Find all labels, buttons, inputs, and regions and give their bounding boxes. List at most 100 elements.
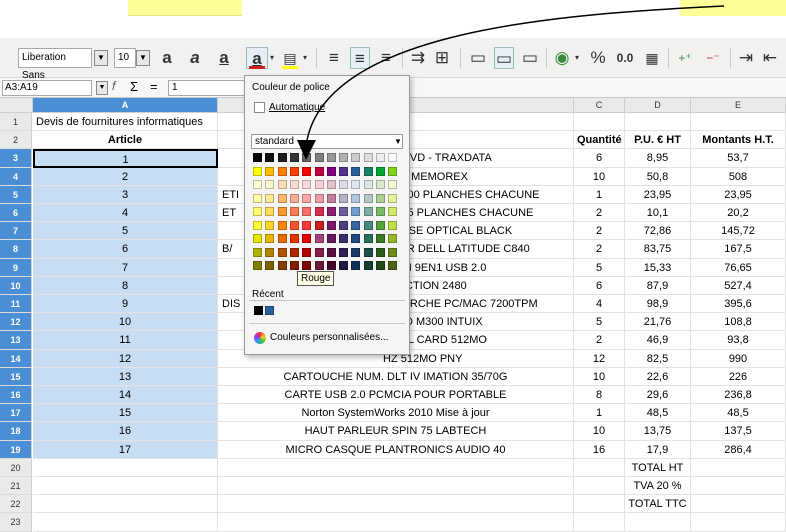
currency-format-icon[interactable]: ◉ — [552, 47, 572, 69]
color-swatch[interactable] — [314, 153, 324, 162]
color-swatch[interactable] — [314, 234, 324, 243]
row-header[interactable]: 14 — [0, 349, 32, 368]
color-swatch[interactable] — [339, 234, 349, 243]
cell-c20[interactable] — [574, 458, 625, 477]
cell-e9[interactable]: 76,65 — [691, 258, 786, 277]
cell-e5[interactable]: 23,95 — [691, 185, 786, 204]
cell-a8[interactable]: 6 — [33, 240, 218, 259]
cell-d19[interactable]: 17,9 — [625, 440, 691, 459]
color-swatch[interactable] — [326, 207, 336, 216]
color-swatch[interactable] — [289, 166, 299, 176]
color-swatch[interactable] — [351, 166, 361, 176]
cell-a14[interactable]: 12 — [33, 349, 218, 368]
row-header[interactable]: 22 — [0, 495, 32, 514]
cell-e12[interactable]: 108,8 — [691, 313, 786, 332]
cell-b18[interactable]: HAUT PARLEUR SPIN 75 LABTECH — [218, 422, 574, 441]
cell-a21[interactable] — [33, 477, 218, 496]
cell-d3[interactable]: 8,95 — [625, 149, 691, 168]
color-swatch[interactable] — [363, 180, 373, 189]
font-name-dropdown[interactable]: ▼ — [94, 50, 108, 66]
color-swatch[interactable] — [376, 193, 385, 203]
color-swatch[interactable] — [289, 234, 299, 243]
cell-c2[interactable]: Quantité — [574, 131, 625, 150]
cell-c10[interactable]: 6 — [574, 276, 625, 295]
color-swatch[interactable] — [314, 220, 324, 230]
color-swatch[interactable] — [363, 261, 373, 270]
color-swatch[interactable] — [289, 153, 299, 162]
cell-d20[interactable]: TOTAL HT — [625, 458, 691, 477]
color-swatch[interactable] — [314, 193, 324, 203]
cell-d17[interactable]: 48,5 — [625, 404, 691, 423]
row-header[interactable]: 23 — [0, 513, 32, 532]
cell-a16[interactable]: 14 — [33, 386, 218, 405]
color-swatch[interactable] — [326, 166, 336, 176]
cell-a20[interactable] — [33, 458, 218, 477]
custom-colors-button[interactable]: Couleurs personnalisées... — [270, 332, 388, 343]
color-swatch[interactable] — [265, 261, 275, 270]
font-size-box[interactable]: 10 — [114, 48, 136, 68]
color-swatch[interactable] — [388, 234, 398, 243]
color-swatch[interactable] — [363, 234, 373, 243]
color-swatch[interactable] — [388, 261, 398, 270]
align-bottom-icon[interactable]: ▭ — [520, 47, 540, 69]
color-swatch[interactable] — [326, 220, 336, 230]
cell-e4[interactable]: 508 — [691, 167, 786, 186]
row-header[interactable]: 16 — [0, 386, 32, 405]
color-swatch[interactable] — [351, 220, 361, 230]
cell-c12[interactable]: 5 — [574, 313, 625, 332]
color-swatch[interactable] — [277, 261, 287, 270]
color-swatch[interactable] — [339, 247, 349, 257]
align-left-icon[interactable]: ≡ — [324, 47, 344, 69]
indent-decrease-icon[interactable]: ⇤ — [760, 47, 780, 69]
font-color-dropdown-icon[interactable]: ▾ — [268, 47, 276, 69]
cell-e23[interactable] — [691, 513, 786, 532]
color-swatch[interactable] — [351, 247, 361, 257]
color-swatch[interactable] — [277, 247, 287, 257]
cell-d10[interactable]: 87,9 — [625, 276, 691, 295]
cell-d23[interactable] — [625, 513, 691, 532]
date-format-icon[interactable]: ▦ — [642, 47, 662, 69]
color-swatch[interactable] — [376, 207, 385, 216]
color-swatch[interactable] — [376, 220, 385, 230]
color-swatch[interactable] — [351, 234, 361, 243]
remove-decimal-icon[interactable]: −⁻ — [702, 47, 724, 69]
cell-d21[interactable]: TVA 20 % — [625, 477, 691, 496]
color-swatch[interactable] — [265, 180, 275, 189]
cell-d15[interactable]: 22,6 — [625, 367, 691, 386]
color-swatch[interactable] — [388, 220, 398, 230]
color-swatch[interactable] — [314, 180, 324, 189]
row-header[interactable]: 4 — [0, 167, 32, 186]
color-swatch[interactable] — [339, 166, 349, 176]
cell-a12[interactable]: 10 — [33, 313, 218, 332]
color-swatch[interactable] — [277, 220, 287, 230]
cell-a9[interactable]: 7 — [33, 258, 218, 277]
cell-a4[interactable]: 2 — [33, 167, 218, 186]
row-header[interactable]: 18 — [0, 422, 32, 441]
cell-d12[interactable]: 21,76 — [625, 313, 691, 332]
cell-a18[interactable]: 16 — [33, 422, 218, 441]
color-swatch[interactable] — [253, 180, 262, 189]
color-swatch[interactable] — [253, 207, 262, 216]
italic-icon[interactable]: a — [185, 47, 205, 69]
cell-c21[interactable] — [574, 477, 625, 496]
color-swatch[interactable] — [302, 166, 312, 176]
formula-equals-icon[interactable]: = — [150, 79, 158, 94]
color-swatch[interactable] — [277, 153, 287, 162]
color-swatch[interactable] — [314, 166, 324, 176]
color-swatch[interactable] — [376, 247, 385, 257]
color-swatch[interactable] — [351, 207, 361, 216]
cell-d9[interactable]: 15,33 — [625, 258, 691, 277]
color-swatch[interactable] — [253, 247, 262, 257]
cell-b21[interactable] — [218, 477, 574, 496]
cell-e22[interactable] — [691, 495, 786, 514]
cell-e16[interactable]: 236,8 — [691, 386, 786, 405]
color-swatch[interactable] — [363, 153, 373, 162]
cell-e10[interactable]: 527,4 — [691, 276, 786, 295]
color-swatch[interactable] — [363, 220, 373, 230]
cell-c17[interactable]: 1 — [574, 404, 625, 423]
cell-d2[interactable]: P.U. € HT — [625, 131, 691, 150]
color-swatch[interactable] — [339, 261, 349, 270]
cell-e8[interactable]: 167,5 — [691, 240, 786, 259]
cell-e20[interactable] — [691, 458, 786, 477]
row-header[interactable]: 5 — [0, 185, 32, 204]
